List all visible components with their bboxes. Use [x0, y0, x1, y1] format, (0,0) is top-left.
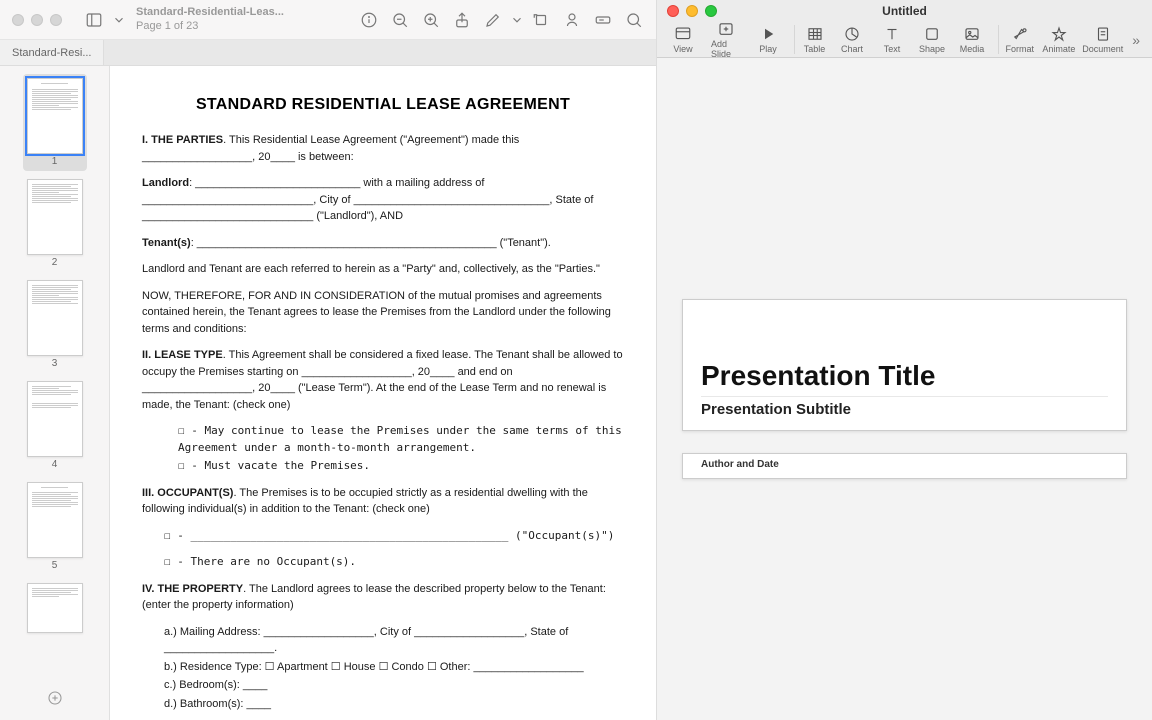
- keynote-window: Untitled View Add Slide Play Table Chart…: [657, 0, 1152, 720]
- table-button[interactable]: Table: [794, 25, 830, 54]
- document-page[interactable]: STANDARD RESIDENTIAL LEASE AGREEMENT I. …: [110, 66, 656, 720]
- slide-author-text[interactable]: Author and Date: [701, 459, 779, 470]
- zoom-in-button[interactable]: [417, 6, 445, 34]
- thumbnail-page-3[interactable]: 3: [23, 276, 87, 373]
- document-tab[interactable]: Standard-Resi...: [0, 40, 104, 65]
- shape-button[interactable]: Shape: [914, 25, 950, 54]
- chart-button[interactable]: Chart: [834, 25, 870, 54]
- document-button[interactable]: Document: [1081, 25, 1124, 54]
- traffic-lights-inactive: [8, 14, 62, 26]
- zoom-out-button[interactable]: [386, 6, 414, 34]
- thumbnail-sidebar: 1 2 3 4 5: [0, 66, 110, 720]
- maximize-button[interactable]: [50, 14, 62, 26]
- thumbnail-page-6[interactable]: [23, 579, 87, 637]
- preview-window: Standard-Residential-Leas... Page 1 of 2…: [0, 0, 657, 720]
- slide-subtitle-text[interactable]: Presentation Subtitle: [701, 396, 1108, 418]
- minimize-button[interactable]: [31, 14, 43, 26]
- toolbar-overflow-button[interactable]: »: [1128, 32, 1144, 48]
- slide-author-block[interactable]: Author and Date: [682, 453, 1127, 479]
- thumbnail-page-1[interactable]: 1: [23, 74, 87, 171]
- keynote-titlebar: Untitled: [657, 0, 1152, 22]
- thumbnail-number: 4: [52, 459, 58, 470]
- play-button[interactable]: Play: [750, 25, 786, 54]
- thumbnail-number: 5: [52, 560, 58, 571]
- markup-menu-chevron[interactable]: [510, 6, 524, 34]
- thumbnail-number: 2: [52, 257, 58, 268]
- document-page-indicator: Page 1 of 23: [136, 20, 286, 33]
- slide-title-text[interactable]: Presentation Title: [701, 360, 1108, 392]
- document-heading: STANDARD RESIDENTIAL LEASE AGREEMENT: [142, 96, 624, 114]
- text-button[interactable]: Text: [874, 25, 910, 54]
- animate-button[interactable]: Animate: [1040, 25, 1077, 54]
- view-button[interactable]: View: [665, 25, 701, 54]
- sidebar-toggle-button[interactable]: [80, 6, 108, 34]
- document-filename: Standard-Residential-Leas...: [136, 6, 286, 19]
- format-button[interactable]: Format: [998, 25, 1036, 54]
- document-body: I. THE PARTIES. This Residential Lease A…: [142, 132, 624, 720]
- window-title: Untitled: [882, 4, 927, 18]
- media-button[interactable]: Media: [954, 25, 990, 54]
- thumbnail-page-4[interactable]: 4: [23, 377, 87, 474]
- add-page-button[interactable]: [39, 684, 71, 712]
- thumbnail-page-2[interactable]: 2: [23, 175, 87, 272]
- thumbnail-number: 1: [52, 156, 58, 167]
- traffic-lights-active: [657, 5, 717, 17]
- close-button[interactable]: [12, 14, 24, 26]
- close-button[interactable]: [667, 5, 679, 17]
- add-slide-button[interactable]: Add Slide: [705, 20, 746, 59]
- maximize-button[interactable]: [705, 5, 717, 17]
- preview-titlebar: Standard-Residential-Leas... Page 1 of 2…: [0, 0, 656, 40]
- search-button[interactable]: [620, 6, 648, 34]
- sidebar-menu-chevron[interactable]: [112, 6, 126, 34]
- tab-bar: Standard-Resi...: [0, 40, 656, 66]
- keynote-toolbar: View Add Slide Play Table Chart Text Sha…: [657, 22, 1152, 58]
- document-title-block: Standard-Residential-Leas... Page 1 of 2…: [136, 6, 286, 32]
- rotate-button[interactable]: [527, 6, 555, 34]
- markup-button[interactable]: [479, 6, 507, 34]
- form-button[interactable]: [589, 6, 617, 34]
- slide-canvas[interactable]: Presentation Title Presentation Subtitle…: [657, 58, 1152, 720]
- share-button[interactable]: [448, 6, 476, 34]
- info-button[interactable]: [355, 6, 383, 34]
- highlight-button[interactable]: [558, 6, 586, 34]
- slide-title-block[interactable]: Presentation Title Presentation Subtitle: [682, 299, 1127, 431]
- thumbnail-page-5[interactable]: 5: [23, 478, 87, 575]
- thumbnail-number: 3: [52, 358, 58, 369]
- minimize-button[interactable]: [686, 5, 698, 17]
